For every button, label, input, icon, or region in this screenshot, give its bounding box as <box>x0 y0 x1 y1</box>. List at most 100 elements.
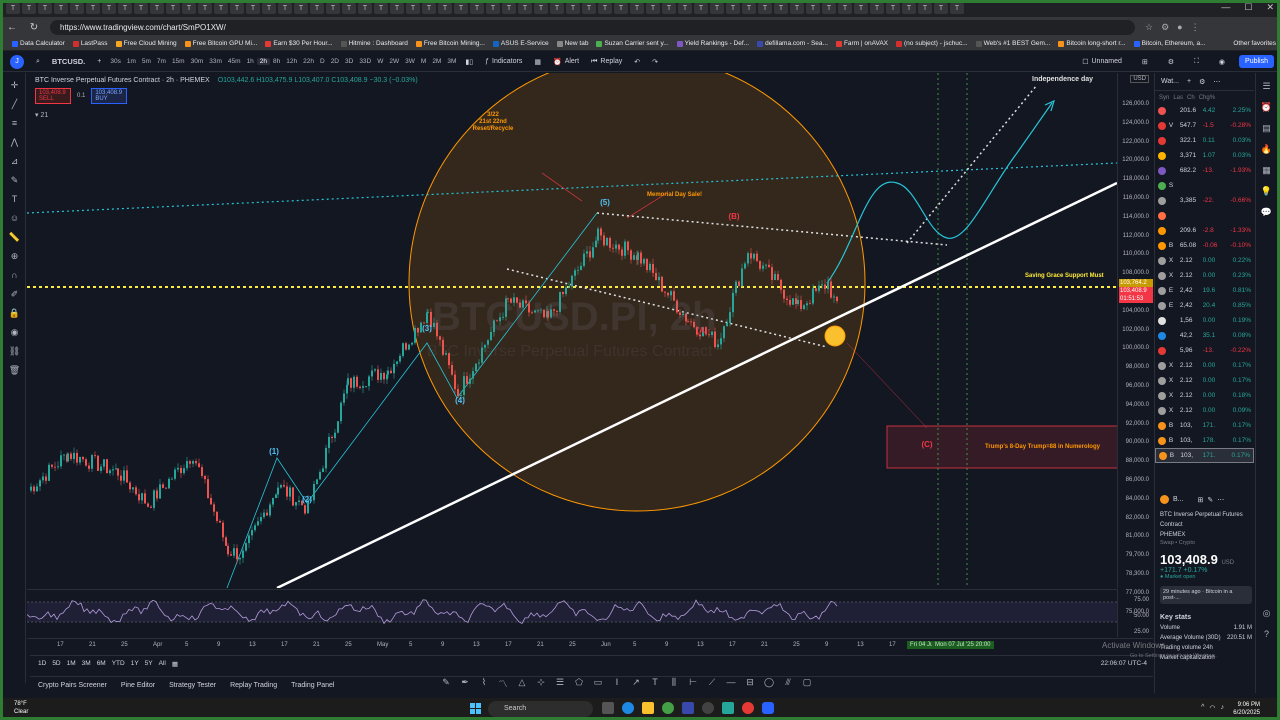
shape-icon[interactable]: ⬠ <box>573 677 585 690</box>
price-chart[interactable]: BTC Inverse Perpetual Futures Contract ·… <box>27 73 1117 588</box>
extensions-icon[interactable]: ⚙ <box>1161 22 1169 33</box>
browser-tab[interactable]: T <box>806 3 820 14</box>
buy-button[interactable]: 103,408.9 BUY <box>91 88 128 104</box>
taskbar-clock[interactable]: 9:06 PM 6/20/2025 <box>1233 701 1260 717</box>
range-5Y[interactable]: 5Y <box>145 660 153 667</box>
watchlist-row[interactable]: E 2,42 19.6 0.81% <box>1155 283 1254 298</box>
text-icon[interactable]: T <box>7 193 23 205</box>
timeframe-3M[interactable]: 3M <box>444 58 459 65</box>
replay-button[interactable]: ⏮ Replay <box>585 58 628 66</box>
browser-tab[interactable]: T <box>758 3 772 14</box>
crosshair-icon[interactable]: ✛ <box>7 79 23 91</box>
watchlist-row[interactable]: S <box>1155 178 1254 193</box>
watchlist-settings-icon[interactable]: ⚙ <box>1199 78 1205 86</box>
bookmark-item[interactable]: defillama.com - Sea... <box>753 40 832 47</box>
price-scale[interactable]: USD 126,000.0 124,000.0 122,000.0 120,000.0… <box>1117 73 1153 615</box>
browser-tab[interactable]: T <box>742 3 756 14</box>
details-more-icon[interactable]: ⋯ <box>1217 496 1224 504</box>
panel-tab[interactable]: Strategy Tester <box>169 682 216 689</box>
timeframe-22h[interactable]: 22h <box>300 58 317 65</box>
timeframe-8h[interactable]: 8h <box>270 58 283 65</box>
timeframe-1m[interactable]: 1m <box>124 58 139 65</box>
lock-drawings-icon[interactable]: ✐ <box>7 288 23 300</box>
windows-start-icon[interactable] <box>470 703 481 714</box>
browser-tab[interactable]: T <box>678 3 692 14</box>
bookmark-item[interactable]: Suzan Carrier sent y... <box>592 40 672 47</box>
close-icon[interactable]: ✕ <box>1266 2 1274 13</box>
browser-tab[interactable]: T <box>422 3 436 14</box>
browser-tab[interactable]: T <box>198 3 212 14</box>
browser-tab[interactable]: T <box>502 3 516 14</box>
browser-tab[interactable]: T <box>86 3 100 14</box>
browser-tab[interactable]: T <box>374 3 388 14</box>
panel-tab[interactable]: Crypto Pairs Screener <box>38 682 107 689</box>
oscillator-pane[interactable] <box>27 589 1117 637</box>
timeframe-3W[interactable]: 3W <box>402 58 418 65</box>
arrow-icon[interactable]: ↗ <box>630 677 642 690</box>
range-1Y[interactable]: 1Y <box>131 660 139 667</box>
range-icon[interactable]: ⫼ <box>668 677 680 690</box>
watchlist-icon[interactable]: ☰ <box>1262 81 1270 92</box>
task-view-icon[interactable] <box>602 702 614 714</box>
watchlist-col[interactable]: Las <box>1173 95 1183 101</box>
chrome-2-icon[interactable] <box>742 702 754 714</box>
menu-icon[interactable]: ⋮ <box>1191 22 1200 33</box>
ray-icon[interactable]: ⟋ <box>706 677 718 690</box>
other-favorites[interactable]: Other favorites <box>1229 37 1276 50</box>
browser-tab[interactable]: T <box>614 3 628 14</box>
watchlist-row[interactable]: B 103, 178. 0.17% <box>1155 433 1254 448</box>
grid-layout-icon[interactable]: ⊞ <box>1198 496 1204 504</box>
timeframe-33m[interactable]: 33m <box>206 58 225 65</box>
panel-tab[interactable]: Replay Trading <box>230 682 277 689</box>
bookmark-item[interactable]: Data Calculator <box>8 40 69 47</box>
browser-tab[interactable]: T <box>950 3 964 14</box>
browser-tab[interactable]: T <box>230 3 244 14</box>
bookmark-item[interactable]: Farm | onAVAX <box>832 40 892 47</box>
wave-icon[interactable]: 〽 <box>497 677 509 690</box>
compare-icon[interactable]: + <box>91 58 107 65</box>
lock-icon[interactable]: 🔒 <box>7 307 23 319</box>
watchlist-row[interactable]: X 2.12 0.00 0.22% <box>1155 253 1254 268</box>
browser-tab[interactable]: T <box>838 3 852 14</box>
eye-icon[interactable]: ◉ <box>7 326 23 338</box>
browser-tab[interactable]: T <box>150 3 164 14</box>
news-headline[interactable]: 29 minutes ago · Bitcoin in a post-... <box>1160 586 1252 604</box>
zoom-icon[interactable]: ⊕ <box>7 250 23 262</box>
pencil-icon[interactable]: ✎ <box>440 677 452 690</box>
undo-icon[interactable]: ↶ <box>628 58 646 66</box>
bookmark-item[interactable]: Earn $30 Per Hour... <box>261 40 336 47</box>
browser-tab[interactable]: T <box>662 3 676 14</box>
pattern-icon[interactable]: ⋀ <box>7 136 23 148</box>
browser-tab[interactable]: T <box>518 3 532 14</box>
browser-tab[interactable]: T <box>38 3 52 14</box>
store-icon[interactable] <box>682 702 694 714</box>
maximize-icon[interactable]: ☐ <box>1244 2 1252 13</box>
watchlist-title[interactable]: Wat... <box>1161 78 1179 85</box>
hline-icon[interactable]: — <box>725 677 737 690</box>
settings-icon[interactable]: ⚙ <box>1162 58 1180 66</box>
watchlist-row[interactable]: 322.1 0.11 0.03% <box>1155 133 1254 148</box>
panel-tab[interactable]: Trading Panel <box>291 682 334 689</box>
bookmark-item[interactable]: New tab <box>553 40 593 47</box>
path-icon[interactable]: ⌇ <box>478 677 490 690</box>
browser-tab[interactable]: T <box>790 3 804 14</box>
browser-tab[interactable]: T <box>646 3 660 14</box>
cursor-text-icon[interactable]: Ⅰ <box>611 677 623 690</box>
watchlist-row[interactable]: X 2.12 0.00 0.23% <box>1155 268 1254 283</box>
bookmark-item[interactable]: LastPass <box>69 40 112 47</box>
browser-tab[interactable]: T <box>390 3 404 14</box>
alerts-icon[interactable]: ⏰ <box>1261 102 1272 113</box>
ruler-icon[interactable]: 📏 <box>7 231 23 243</box>
timeframe-D[interactable]: D <box>317 58 328 65</box>
explorer-icon[interactable] <box>642 702 654 714</box>
timeframe-30m[interactable]: 30m <box>188 58 207 65</box>
watchlist-row[interactable]: X 2.12 0.00 0.17% <box>1155 373 1254 388</box>
calendar-range-icon[interactable]: ▦ <box>172 660 178 668</box>
browser-tab[interactable]: T <box>246 3 260 14</box>
back-icon[interactable]: ← <box>6 22 18 33</box>
browser-tab[interactable]: T <box>70 3 84 14</box>
timeframe-2M[interactable]: 2M <box>429 58 444 65</box>
browser-tab[interactable]: T <box>438 3 452 14</box>
watchlist-row[interactable] <box>1155 208 1254 223</box>
browser-tab[interactable]: T <box>726 3 740 14</box>
